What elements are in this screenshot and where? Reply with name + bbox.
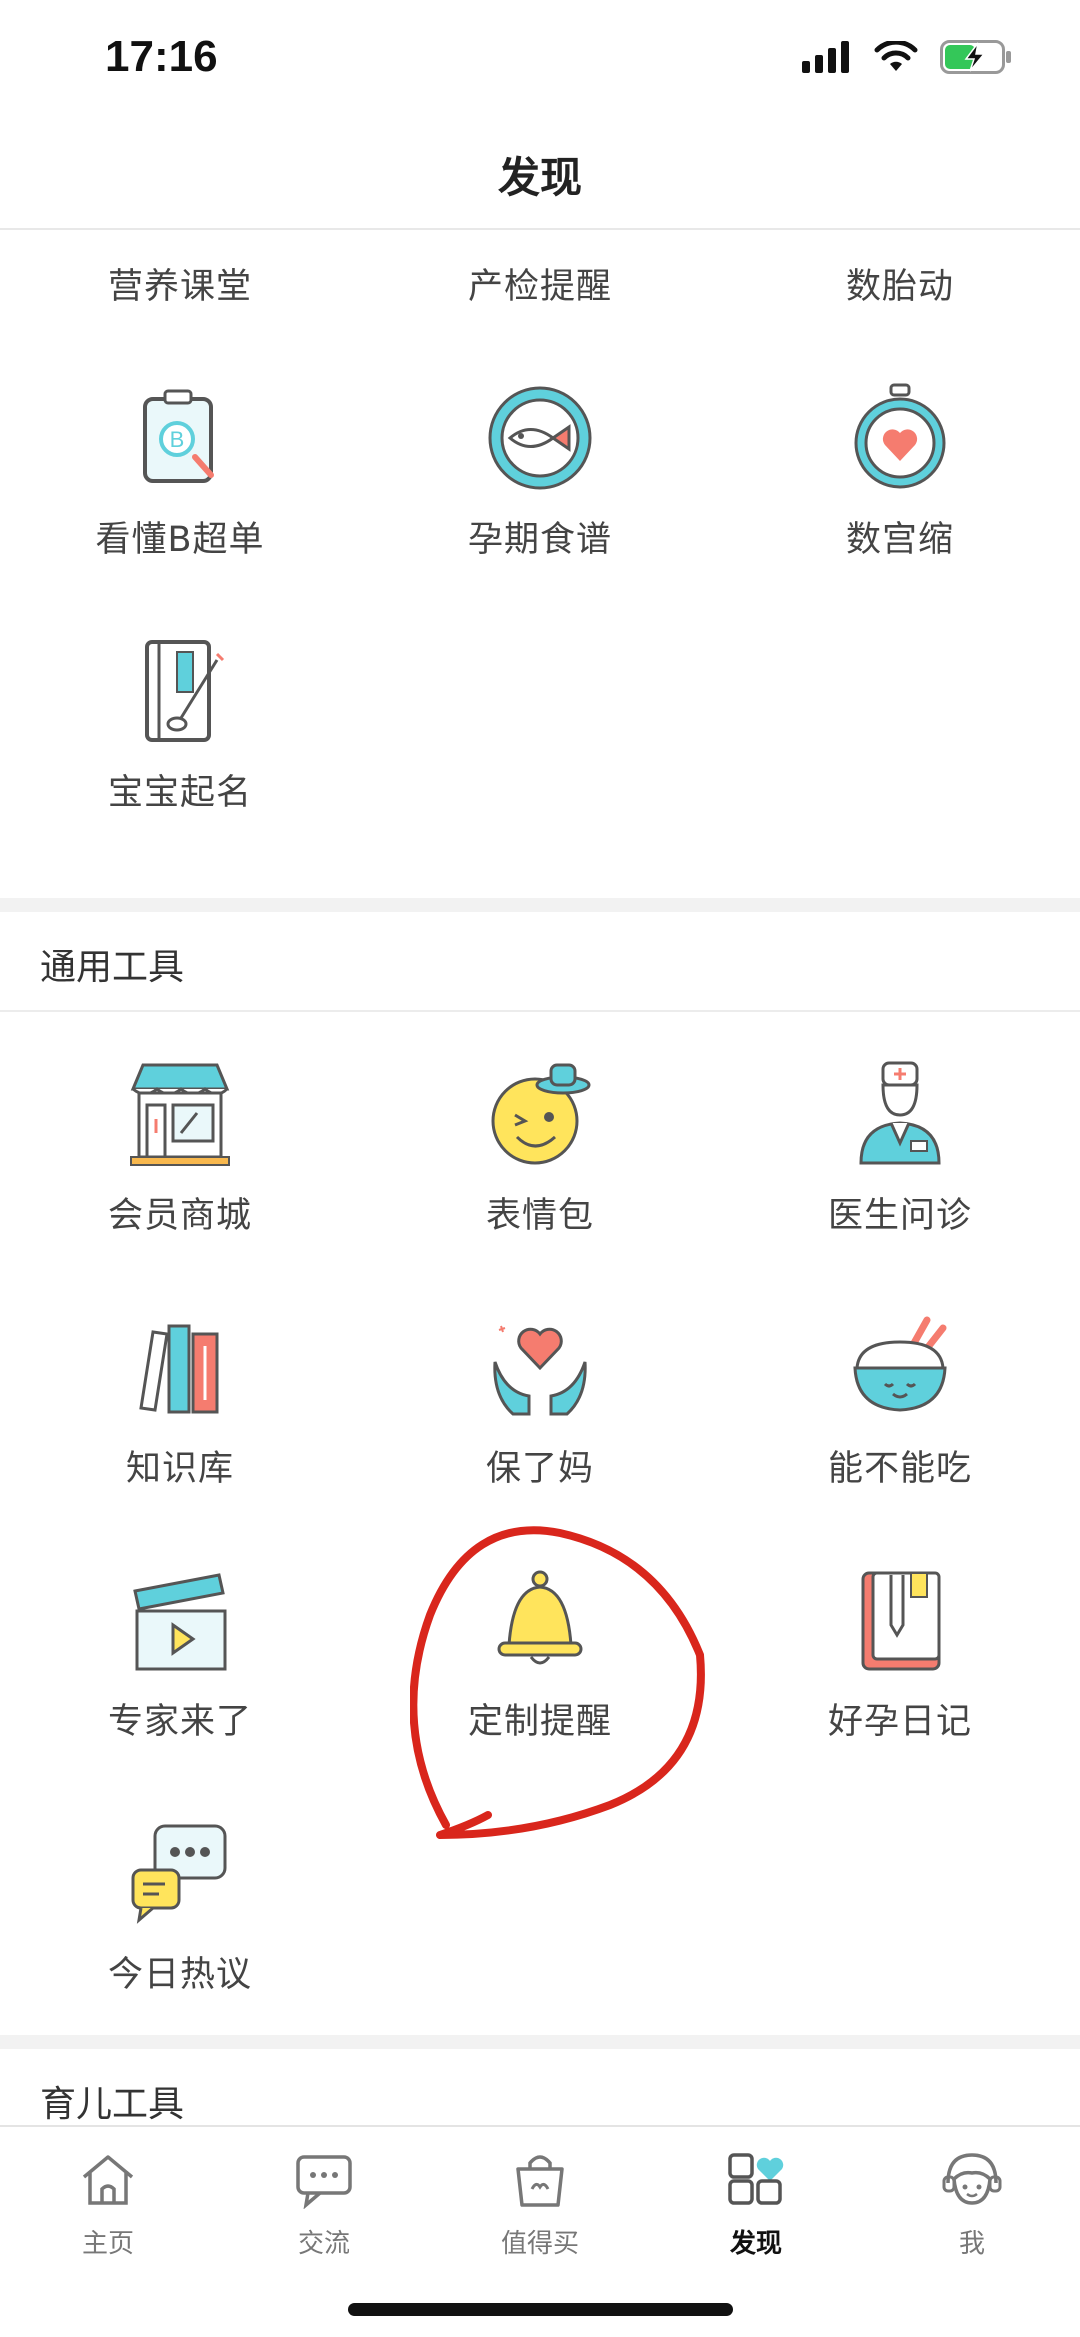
tool-experts[interactable]: 专家来了 bbox=[0, 1565, 360, 1815]
chat-bubbles-icon bbox=[131, 1824, 227, 1924]
tool-fetal-movement[interactable]: 数胎动 bbox=[720, 230, 1080, 380]
general-tools-header: 通用工具 bbox=[0, 912, 1080, 1012]
tool-baolema[interactable]: 保了妈 bbox=[360, 1312, 720, 1562]
diary-icon bbox=[861, 1571, 941, 1671]
home-icon bbox=[82, 2155, 134, 2205]
profile-face-icon bbox=[942, 2153, 1002, 2205]
section-divider bbox=[0, 898, 1080, 912]
section-title: 育儿工具 bbox=[40, 2084, 185, 2125]
emoji-face-icon bbox=[491, 1063, 591, 1165]
doctor-icon bbox=[859, 1061, 941, 1165]
tool-member-mall[interactable]: 会员商城 bbox=[0, 1059, 360, 1309]
tool-knowledge-base[interactable]: 知识库 bbox=[0, 1312, 360, 1562]
tool-pregnancy-recipes[interactable]: 孕期食谱 bbox=[360, 383, 720, 633]
status-time: 17:16 bbox=[105, 32, 218, 81]
section-title: 通用工具 bbox=[40, 947, 185, 988]
tab-label: 主页 bbox=[81, 2229, 134, 2259]
tool-can-i-eat[interactable]: 能不能吃 bbox=[720, 1312, 1080, 1562]
battery-charging-icon bbox=[940, 40, 1011, 74]
tool-label: 今日热议 bbox=[107, 1955, 252, 1995]
tab-label: 值得买 bbox=[500, 2229, 579, 2259]
name-book-brush-icon bbox=[145, 640, 225, 742]
tool-label: 产检提醒 bbox=[467, 267, 612, 307]
ultrasound-report-icon: B bbox=[143, 389, 214, 483]
tool-ultrasound-guide[interactable]: B 看懂B超单 bbox=[0, 383, 360, 633]
cellular-signal-icon bbox=[802, 41, 849, 73]
tab-me[interactable]: 我 bbox=[864, 2137, 1080, 2267]
parenting-tools-header: 育儿工具 bbox=[0, 2049, 1080, 2125]
tab-discover[interactable]: 发现 bbox=[648, 2137, 864, 2267]
tool-label: 专家来了 bbox=[107, 1702, 252, 1742]
fetal-movement-icon bbox=[845, 230, 955, 240]
page-title: 发现 bbox=[497, 153, 582, 202]
discover-content[interactable]: 营养课堂 产检提醒 数胎动 B 看懂B超单 孕期食谱 数宫缩 宝宝起名 通用工具… bbox=[0, 230, 1080, 2125]
tool-stickers[interactable]: 表情包 bbox=[360, 1059, 720, 1309]
stopwatch-heart-icon bbox=[854, 383, 946, 489]
nutrition-class-icon bbox=[125, 230, 235, 240]
tab-label: 我 bbox=[958, 2229, 985, 2259]
tool-label: 宝宝起名 bbox=[107, 773, 252, 813]
tool-doctor-consult[interactable]: 医生问诊 bbox=[720, 1059, 1080, 1309]
hands-heart-icon bbox=[493, 1325, 587, 1416]
tool-contraction-count[interactable]: 数宫缩 bbox=[720, 383, 1080, 633]
tool-label: 知识库 bbox=[125, 1449, 234, 1489]
chat-icon bbox=[296, 2155, 352, 2209]
bell-icon bbox=[497, 1570, 583, 1665]
tool-label: 能不能吃 bbox=[827, 1449, 972, 1489]
tab-home[interactable]: 主页 bbox=[0, 2137, 216, 2267]
rice-bowl-icon bbox=[853, 1316, 947, 1412]
status-bar: 17:16 bbox=[0, 0, 1080, 110]
section-divider bbox=[0, 2035, 1080, 2049]
tool-label: 好孕日记 bbox=[827, 1702, 972, 1742]
tool-label: 医生问诊 bbox=[827, 1196, 972, 1236]
tab-label: 交流 bbox=[297, 2229, 350, 2259]
tool-baby-naming[interactable]: 宝宝起名 bbox=[0, 636, 360, 886]
tool-hot-topics[interactable]: 今日热议 bbox=[0, 1818, 360, 2068]
tool-label: 定制提醒 bbox=[467, 1702, 612, 1742]
tool-checkup-reminder[interactable]: 产检提醒 bbox=[360, 230, 720, 380]
tab-chat[interactable]: 交流 bbox=[216, 2137, 432, 2267]
tab-label: 发现 bbox=[729, 2229, 782, 2259]
tool-label: 表情包 bbox=[485, 1196, 594, 1236]
tab-worth-buying[interactable]: 值得买 bbox=[432, 2137, 648, 2267]
tool-nutrition-class[interactable]: 营养课堂 bbox=[0, 230, 360, 380]
clapperboard-icon bbox=[133, 1573, 227, 1671]
nav-header: 发现 bbox=[0, 110, 1080, 230]
discover-grid-icon bbox=[728, 2153, 784, 2205]
tool-label: 营养课堂 bbox=[107, 267, 252, 307]
svg-text:B: B bbox=[170, 427, 185, 452]
status-icons bbox=[802, 40, 1012, 74]
books-icon bbox=[139, 1324, 219, 1414]
tool-custom-reminder[interactable]: 定制提醒 bbox=[360, 1565, 720, 1815]
stethoscope-icon bbox=[485, 230, 595, 240]
tool-label: 会员商城 bbox=[107, 1196, 252, 1236]
shopping-bag-icon bbox=[516, 2155, 564, 2207]
tool-label: 孕期食谱 bbox=[467, 520, 612, 560]
tool-label: 看懂B超单 bbox=[95, 520, 265, 560]
tool-label: 数宫缩 bbox=[845, 520, 954, 560]
wifi-icon bbox=[874, 41, 918, 71]
tool-pregnancy-diary[interactable]: 好孕日记 bbox=[720, 1565, 1080, 1815]
shop-icon bbox=[130, 1063, 230, 1166]
home-indicator[interactable] bbox=[348, 2303, 733, 2316]
tool-label: 数胎动 bbox=[845, 267, 954, 307]
tool-label: 保了妈 bbox=[485, 1449, 594, 1489]
fish-plate-icon bbox=[488, 386, 592, 490]
